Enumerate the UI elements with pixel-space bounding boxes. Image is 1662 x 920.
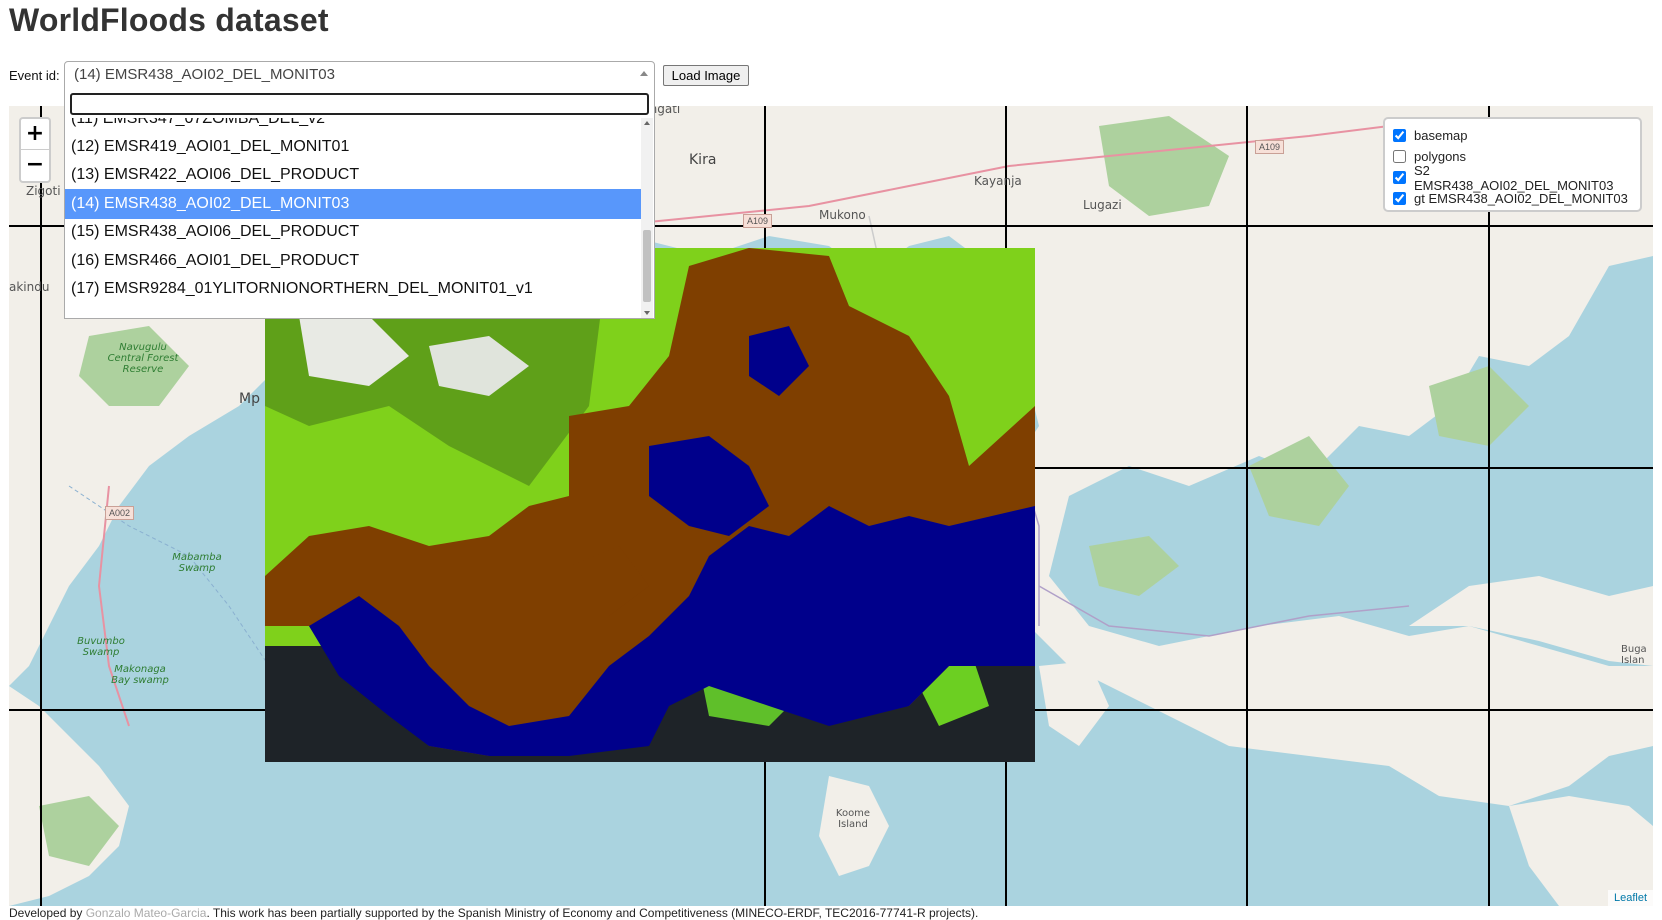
- scrollbar-thumb[interactable]: [643, 230, 651, 302]
- layer-label: basemap: [1414, 128, 1468, 143]
- page-title: WorldFloods dataset: [9, 2, 329, 38]
- scroll-up-icon[interactable]: [644, 121, 650, 125]
- place-label: akindu: [9, 280, 50, 294]
- place-label: Lugazi: [1083, 198, 1122, 212]
- place-label: Koome Island: [835, 808, 871, 830]
- layer-s2-checkbox[interactable]: [1393, 171, 1406, 184]
- zoom-in-button[interactable]: +: [21, 119, 49, 150]
- zoom-control: + −: [19, 117, 51, 183]
- road-shield: A109: [1255, 140, 1285, 154]
- dropdown-option[interactable]: (16) EMSR466_AOI01_DEL_PRODUCT: [65, 246, 643, 276]
- dropdown-scrollbar[interactable]: [641, 118, 653, 318]
- event-dropdown: (11) EMSR347_07ZOMBA_DEL_v2 (12) EMSR419…: [64, 86, 655, 319]
- footer: Developed by Gonzalo Mateo-Garcia. This …: [9, 906, 978, 920]
- dropdown-option[interactable]: (17) EMSR9284_01YLITORNIONORTHERN_DEL_MO…: [65, 274, 643, 304]
- place-label: Mabamba Swamp: [172, 552, 222, 574]
- layer-gt[interactable]: gt EMSR438_AOI02_DEL_MONIT03: [1393, 188, 1632, 209]
- dropdown-option[interactable]: (12) EMSR419_AOI01_DEL_MONIT01: [65, 132, 643, 162]
- dropdown-options: (11) EMSR347_07ZOMBA_DEL_v2 (12) EMSR419…: [65, 118, 645, 318]
- place-label: Zigoti: [26, 184, 61, 198]
- place-label: Buvumbo Swamp: [77, 636, 125, 658]
- place-label: Navugulu Central Forest Reserve: [107, 342, 179, 375]
- place-label: Mukono: [819, 208, 866, 222]
- place-label: Makonaga Bay swamp: [111, 664, 169, 686]
- scroll-down-icon[interactable]: [644, 311, 650, 315]
- dropdown-search-input[interactable]: [70, 93, 649, 115]
- layer-label: gt EMSR438_AOI02_DEL_MONIT03: [1414, 191, 1628, 206]
- footer-prefix: Developed by: [9, 906, 86, 920]
- event-id-label: Event id:: [9, 68, 60, 83]
- place-label: Kira: [689, 152, 717, 168]
- road-shield: A109: [743, 214, 773, 228]
- author-link[interactable]: Gonzalo Mateo-Garcia: [86, 906, 207, 920]
- layer-s2[interactable]: S2 EMSR438_AOI02_DEL_MONIT03: [1393, 163, 1632, 193]
- layer-label: S2 EMSR438_AOI02_DEL_MONIT03: [1414, 162, 1614, 193]
- dropdown-option[interactable]: (13) EMSR422_AOI06_DEL_PRODUCT: [65, 160, 643, 190]
- load-image-button[interactable]: Load Image: [663, 65, 749, 86]
- dropdown-option[interactable]: (15) EMSR438_AOI06_DEL_PRODUCT: [65, 217, 643, 247]
- event-select-value: (14) EMSR438_AOI02_DEL_MONIT03: [74, 66, 335, 83]
- layer-basemap-checkbox[interactable]: [1393, 129, 1406, 142]
- layer-control: basemap polygons S2 EMSR438_AOI02_DEL_MO…: [1383, 117, 1642, 212]
- place-label: Mp: [239, 391, 260, 407]
- chevron-up-icon: [640, 71, 648, 76]
- layer-polygons-checkbox[interactable]: [1393, 150, 1406, 163]
- layer-basemap[interactable]: basemap: [1393, 125, 1632, 146]
- layer-gt-checkbox[interactable]: [1393, 192, 1406, 205]
- dropdown-option-selected[interactable]: (14) EMSR438_AOI02_DEL_MONIT03: [65, 189, 643, 219]
- place-label: Buga Islan: [1621, 644, 1647, 666]
- footer-suffix: . This work has been partially supported…: [206, 906, 979, 920]
- event-select[interactable]: (14) EMSR438_AOI02_DEL_MONIT03: [64, 61, 655, 87]
- road-shield: A002: [105, 506, 135, 520]
- leaflet-attribution-link[interactable]: Leaflet: [1607, 890, 1653, 906]
- place-label: Kayanja: [974, 174, 1022, 188]
- zoom-out-button[interactable]: −: [21, 150, 49, 180]
